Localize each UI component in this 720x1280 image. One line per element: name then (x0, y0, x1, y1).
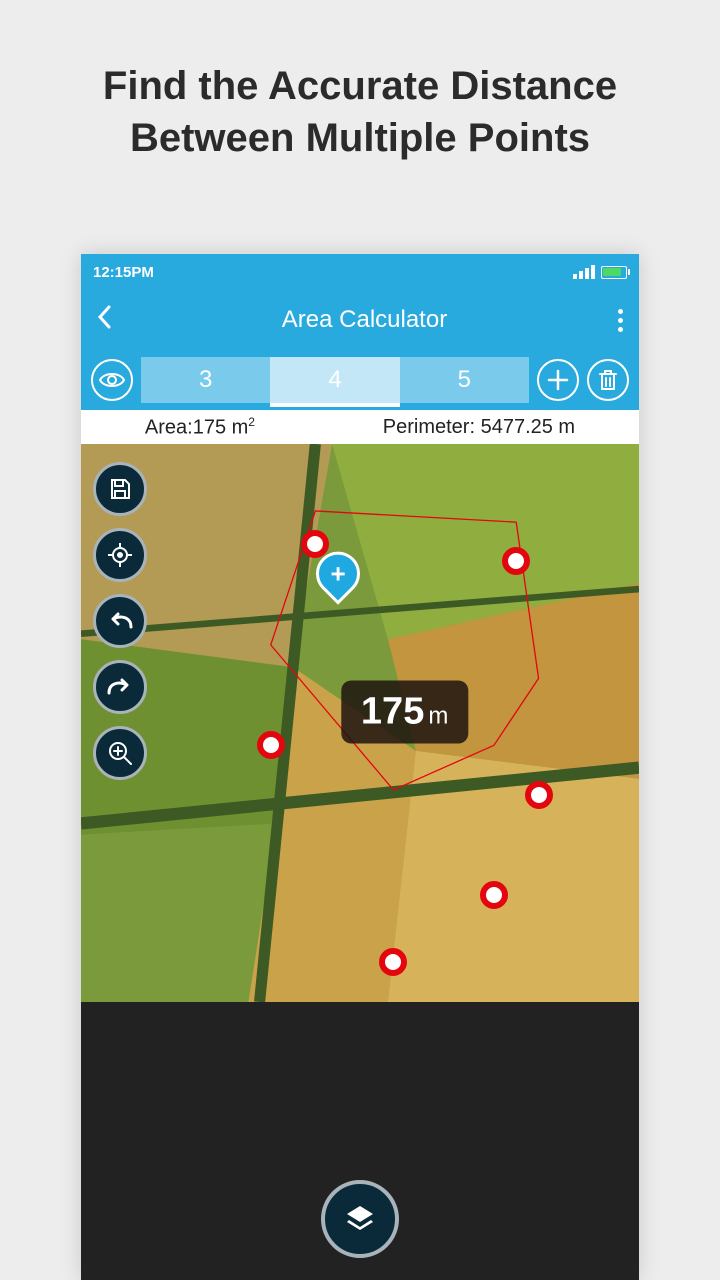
app-bar: Area Calculator (81, 290, 639, 350)
tab-4[interactable]: 4 (270, 357, 399, 403)
promo-line2: Between Multiple Points (30, 112, 690, 164)
status-time: 12:15PM (93, 264, 154, 281)
eye-icon (99, 371, 125, 389)
signal-icon (573, 265, 595, 279)
delete-button[interactable] (587, 359, 629, 401)
add-point-marker[interactable]: + (316, 551, 360, 595)
zoom-plus-icon (107, 740, 133, 766)
undo-button[interactable] (93, 594, 147, 648)
area-readout: Area:175 m2 (145, 415, 255, 440)
shape-tabs: 3 4 5 (141, 357, 529, 403)
promo-headline: Find the Accurate Distance Between Multi… (0, 0, 720, 204)
measurement-info-row: Area:175 m2 Perimeter: 5477.25 m (81, 410, 639, 444)
pin-icon: + (307, 542, 369, 604)
toolbar: 3 4 5 (81, 350, 639, 410)
polygon-vertex[interactable] (379, 948, 407, 976)
locate-button[interactable] (93, 528, 147, 582)
perimeter-readout: Perimeter: 5477.25 m (383, 416, 575, 439)
polygon-vertex[interactable] (502, 547, 530, 575)
measurement-unit: m (428, 702, 448, 730)
undo-icon (107, 611, 133, 631)
polygon-vertex[interactable] (525, 781, 553, 809)
plus-icon (547, 369, 569, 391)
status-bar: 12:15PM (81, 254, 639, 290)
tab-3[interactable]: 3 (141, 357, 270, 403)
floppy-icon (108, 477, 132, 501)
phone-frame: 12:15PM Area Calculator 3 4 5 Area:175 (81, 254, 639, 1280)
app-title: Area Calculator (111, 306, 618, 334)
map-side-actions (93, 462, 147, 780)
layers-icon (341, 1200, 379, 1238)
add-button[interactable] (537, 359, 579, 401)
save-button[interactable] (93, 462, 147, 516)
measurement-chip: 175 m (341, 680, 468, 743)
status-right (573, 265, 627, 279)
map-canvas[interactable]: + 175 m (81, 444, 639, 1280)
redo-button[interactable] (93, 660, 147, 714)
polygon-vertex[interactable] (257, 731, 285, 759)
polygon-vertex[interactable] (480, 881, 508, 909)
crosshair-icon (107, 542, 133, 568)
chevron-left-icon (97, 305, 111, 329)
visibility-button[interactable] (91, 359, 133, 401)
trash-icon (598, 369, 618, 391)
tab-5[interactable]: 5 (400, 357, 529, 403)
overflow-menu-button[interactable] (618, 309, 623, 332)
measurement-value: 175 (361, 690, 424, 733)
back-button[interactable] (97, 305, 111, 336)
battery-icon (601, 266, 627, 279)
zoom-in-button[interactable] (93, 726, 147, 780)
redo-icon (107, 677, 133, 697)
promo-line1: Find the Accurate Distance (30, 60, 690, 112)
layers-button[interactable] (321, 1180, 399, 1258)
